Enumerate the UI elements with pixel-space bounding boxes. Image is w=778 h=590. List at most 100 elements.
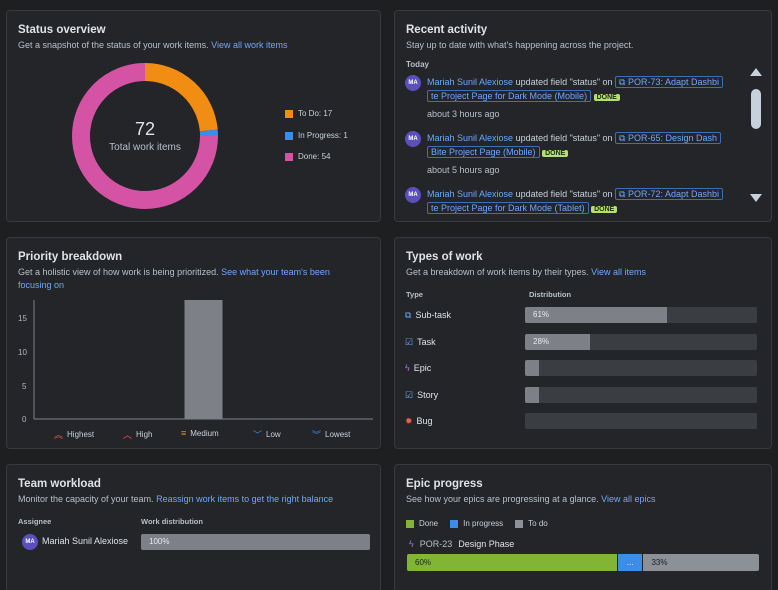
type-row-story: ☑ Story xyxy=(405,387,757,403)
y-tick-label: 15 xyxy=(18,314,27,323)
view-all-items-link[interactable]: View all items xyxy=(591,267,646,277)
priority-lowest-icon: ︾ xyxy=(312,430,322,440)
subtask-icon: ⧉ xyxy=(619,189,626,199)
priority-bar-chart xyxy=(33,300,373,420)
donut-total: 72 xyxy=(134,119,156,139)
avatar[interactable]: MA xyxy=(405,187,421,203)
activity-user-link[interactable]: Mariah Sunil Alexiose xyxy=(427,133,513,143)
epic-legend: Done In progress To do xyxy=(406,519,548,528)
activity-item: MA Mariah Sunil Alexiose updated field "… xyxy=(405,75,745,121)
epic-progress-bar[interactable]: 60% ... 33% xyxy=(407,554,759,571)
legend-in-progress: In Progress: 1 xyxy=(285,131,348,140)
epic-icon: ϟ xyxy=(405,363,410,373)
type-row-epic: ϟ Epic xyxy=(405,360,757,376)
activity-issue-link[interactable]: ⧉ POR-65: Design Dash xyxy=(615,132,722,144)
epic-progress-subtitle: See how your epics are progressing at a … xyxy=(406,494,656,504)
scroll-up-arrow[interactable] xyxy=(750,68,762,76)
col-header-assignee: Assignee xyxy=(18,517,52,526)
epic-progress-title: Epic progress xyxy=(406,478,483,490)
distribution-fill xyxy=(525,387,539,403)
activity-group-today: Today xyxy=(406,60,429,69)
priority-medium-icon: ≡ xyxy=(181,428,187,438)
distribution-bar[interactable] xyxy=(525,387,757,403)
priority-breakdown-panel: Priority breakdown Get a holistic view o… xyxy=(6,237,381,449)
priority-label-high: ︿ High xyxy=(123,430,153,440)
activity-issue-link[interactable]: ⧉ POR-73: Adapt Dashbi xyxy=(615,76,724,88)
recent-activity-title: Recent activity xyxy=(406,24,488,36)
epic-todo-segment: 33% xyxy=(643,554,759,571)
view-all-epics-link[interactable]: View all epics xyxy=(601,494,655,504)
activity-time: about 3 hours ago xyxy=(427,109,500,119)
recent-activity-panel: Recent activity Stay up to date with wha… xyxy=(394,10,772,222)
scrollbar-thumb[interactable] xyxy=(751,89,761,129)
priority-label-lowest: ︾ Lowest xyxy=(312,430,351,440)
story-icon: ☑ xyxy=(405,389,414,400)
done-swatch xyxy=(406,519,414,528)
epic-in-progress-segment: ... xyxy=(618,554,643,571)
work-distribution-bar[interactable]: 100% xyxy=(141,534,370,550)
type-row-task: ☑ Task 28% xyxy=(405,334,757,350)
epic-progress-panel: Epic progress See how your epics are pro… xyxy=(394,464,772,590)
scroll-down-arrow[interactable] xyxy=(750,194,762,202)
epic-key[interactable]: POR-23 xyxy=(420,539,453,549)
legend-done: Done: 54 xyxy=(285,152,330,161)
distribution-bar[interactable]: 61% xyxy=(525,307,757,323)
priority-label-highest: ︽ Highest xyxy=(54,430,95,440)
avatar[interactable]: MA xyxy=(405,131,421,147)
types-title: Types of work xyxy=(406,251,483,263)
team-workload-subtitle: Monitor the capacity of your team. Reass… xyxy=(18,494,334,504)
activity-item: MA Mariah Sunil Alexiose updated field "… xyxy=(405,187,745,217)
avatar[interactable]: MA xyxy=(405,75,421,91)
col-header-type: Type xyxy=(406,290,423,299)
status-overview-panel: Status overview Get a snapshot of the st… xyxy=(6,10,381,222)
priority-label-medium: ≡ Medium xyxy=(181,428,219,438)
activity-user-link[interactable]: Mariah Sunil Alexiose xyxy=(427,189,513,199)
activity-issue-link[interactable]: ⧉ POR-72: Adapt Dashbi xyxy=(615,188,724,200)
subtask-icon: ⧉ xyxy=(619,133,626,143)
col-header-work-distribution: Work distribution xyxy=(141,517,203,526)
priority-low-icon: ﹀ xyxy=(253,430,263,440)
view-all-work-items-link[interactable]: View all work items xyxy=(211,40,287,50)
done-swatch xyxy=(285,152,293,161)
distribution-fill xyxy=(525,360,539,376)
types-of-work-panel: Types of work Get a breakdown of work it… xyxy=(394,237,772,449)
recent-activity-subtitle: Stay up to date with what's happening ac… xyxy=(406,40,634,50)
distribution-bar[interactable]: 28% xyxy=(525,334,757,350)
bar-medium[interactable] xyxy=(184,300,223,419)
epic-icon: ϟ xyxy=(409,539,414,549)
team-workload-title: Team workload xyxy=(18,478,101,490)
distribution-fill: 28% xyxy=(525,334,590,350)
epic-row[interactable]: ϟ POR-23 Design Phase xyxy=(409,539,514,549)
legend-todo: To Do: 17 xyxy=(285,109,332,118)
activity-issue-link-cont[interactable]: te Project Page for Dark Mode (Mobile) xyxy=(427,90,592,102)
assignee-name: Mariah Sunil Alexiose xyxy=(42,536,129,546)
activity-issue-link-cont[interactable]: Bite Project Page (Mobile) xyxy=(427,146,540,158)
activity-user-link[interactable]: Mariah Sunil Alexiose xyxy=(427,77,513,87)
distribution-bar[interactable] xyxy=(525,360,757,376)
bug-icon: ✹ xyxy=(405,415,413,426)
distribution-fill: 61% xyxy=(525,307,667,323)
in-progress-swatch xyxy=(450,519,459,528)
reassign-link[interactable]: Reassign work items to get the right bal… xyxy=(156,494,333,504)
priority-highest-icon: ︽ xyxy=(54,430,64,440)
status-overview-title: Status overview xyxy=(18,24,106,36)
work-distribution-fill: 100% xyxy=(141,534,370,550)
status-badge: DONE xyxy=(593,94,620,101)
epic-done-segment: 60% xyxy=(407,554,617,571)
epic-name: Design Phase xyxy=(458,539,515,549)
y-tick-label: 0 xyxy=(22,415,27,424)
distribution-bar[interactable] xyxy=(525,413,757,429)
type-row-bug: ✹ Bug xyxy=(405,413,757,429)
types-subtitle: Get a breakdown of work items by their t… xyxy=(406,267,646,277)
donut-total-label: Total work items xyxy=(109,142,181,153)
avatar[interactable]: MA xyxy=(22,534,38,550)
in-progress-swatch xyxy=(285,131,293,140)
activity-time: about 5 hours ago xyxy=(427,165,500,175)
activity-issue-link-cont[interactable]: te Project Page for Dark Mode (Tablet) xyxy=(427,202,589,214)
priority-high-icon: ︿ xyxy=(123,430,133,440)
status-badge: DONE xyxy=(542,150,569,157)
type-row-subtask: ⧉ Sub-task 61% xyxy=(405,307,757,323)
to-do-swatch xyxy=(515,519,524,528)
activity-item: MA Mariah Sunil Alexiose updated field "… xyxy=(405,131,745,177)
subtask-icon: ⧉ xyxy=(405,309,412,320)
